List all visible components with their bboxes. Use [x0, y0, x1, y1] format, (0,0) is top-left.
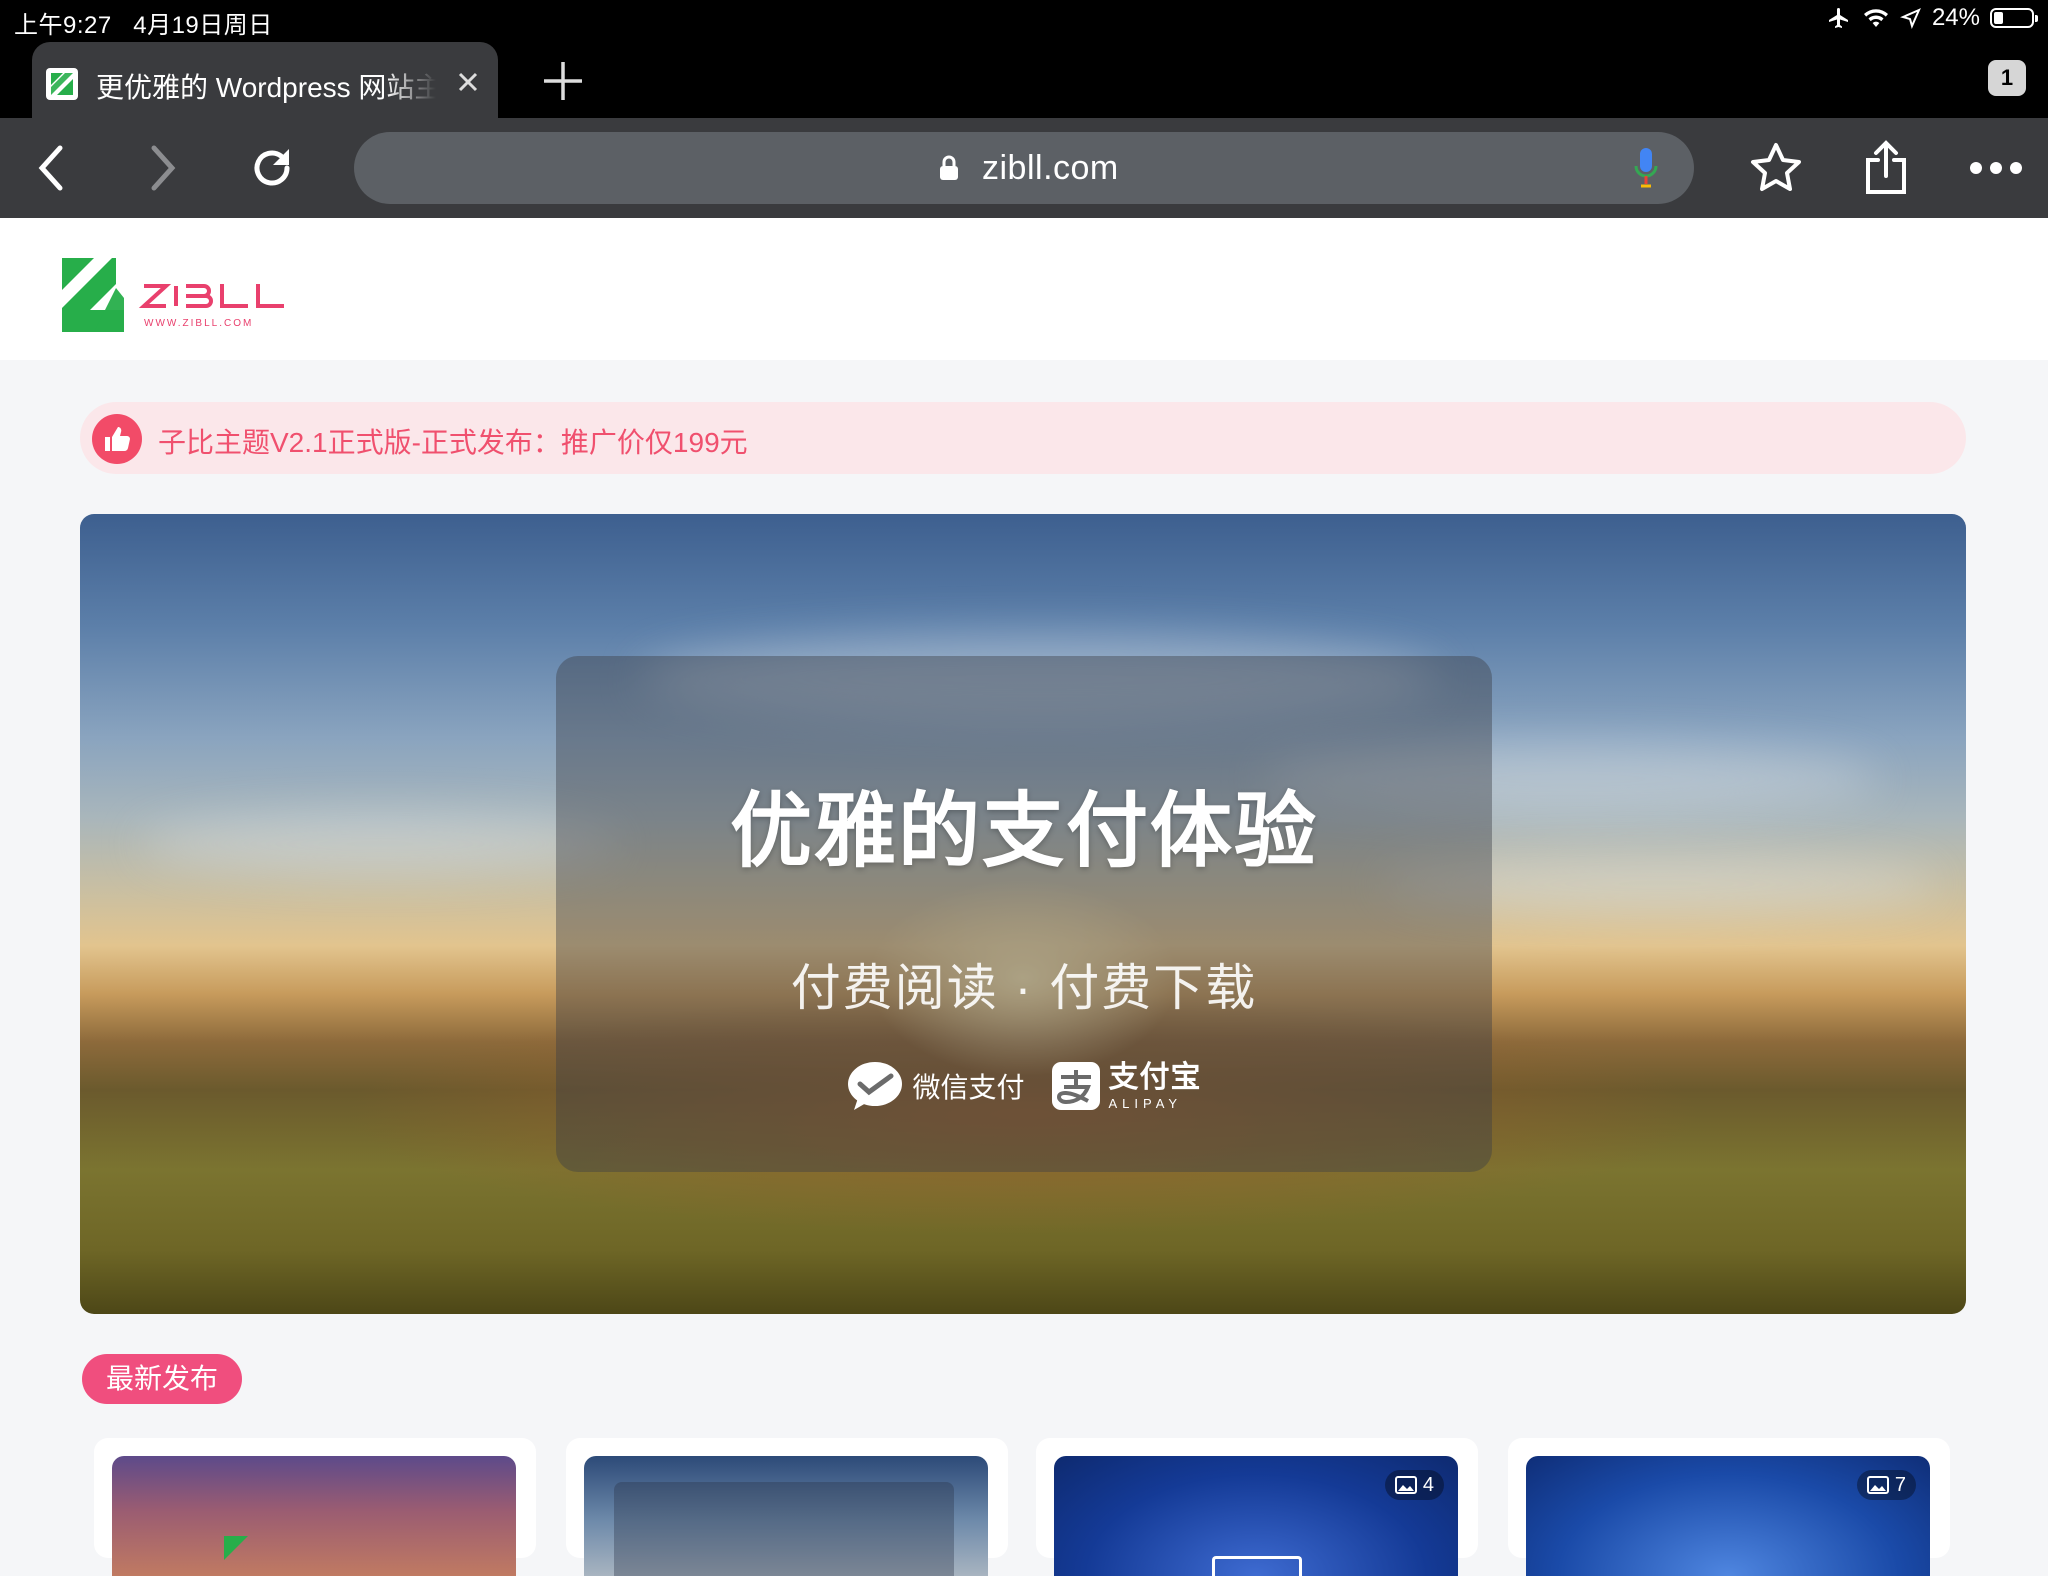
browser-toolbar: zibll.com [0, 118, 2048, 218]
image-icon [1394, 1476, 1417, 1494]
location-icon [1900, 8, 1921, 29]
alipay-icon [1051, 1062, 1100, 1110]
lock-icon [940, 155, 958, 180]
status-icons: 24% [1826, 4, 2038, 32]
airplane-icon [1828, 8, 1848, 28]
more-button[interactable] [1968, 140, 2024, 196]
reload-button[interactable] [244, 140, 300, 196]
hero-subtitle: 付费阅读 · 付费下载 [790, 960, 1258, 1016]
wechat-pay: 微信支付 [846, 1060, 1025, 1112]
zibll-logo: WWW.ZIBLL.COM [62, 258, 284, 332]
latest-posts-badge: 最新发布 [82, 1354, 243, 1404]
tab-strip: 更优雅的 Wordpress 网站主 1 [0, 38, 2048, 118]
url-text: zibll.com [982, 149, 1119, 187]
hero-card: 优雅的支付体验 付费阅读 · 付费下载 微信支付 支付宝 ALIPAY [556, 656, 1492, 1172]
post-thumbnail[interactable]: 4 [1054, 1456, 1458, 1576]
post-card[interactable] [94, 1438, 536, 1576]
close-icon [458, 72, 478, 92]
new-tab-button[interactable] [540, 58, 586, 104]
post-card[interactable] [566, 1438, 1008, 1576]
hero-title: 优雅的支付体验 [729, 786, 1318, 877]
hero-banner[interactable]: 优雅的支付体验 付费阅读 · 付费下载 微信支付 支付宝 ALIPAY [80, 514, 1966, 1314]
wechat-pay-label: 微信支付 [912, 1072, 1025, 1103]
chevron-left-icon [38, 145, 63, 191]
battery-percent: 24% [1931, 4, 1980, 31]
status-time-text: 上午9:27 [14, 12, 112, 39]
battery-fill [1994, 12, 2003, 24]
alipay-wordmark: 支付宝 ALIPAY [1108, 1060, 1202, 1111]
image-count: 4 [1422, 1473, 1434, 1496]
reload-icon [254, 149, 290, 186]
tab-title: 更优雅的 Wordpress 网站主 [96, 72, 436, 103]
thumbs-up-icon [92, 414, 142, 464]
post-card[interactable]: 4 [1036, 1438, 1478, 1576]
post-thumbnail[interactable]: 7 [1526, 1456, 1930, 1576]
announcement-text: 子比主题V2.1正式版-正式发布：推广价仅199元 [158, 427, 748, 458]
svg-text:WWW.ZIBLL.COM: WWW.ZIBLL.COM [144, 318, 253, 329]
announcement-bar[interactable]: 子比主题V2.1正式版-正式发布：推广价仅199元 [80, 402, 1966, 474]
tab-count-button[interactable]: 1 [1988, 60, 2026, 96]
status-bar: 上午9:27 4月19日周日 24% [0, 0, 2048, 40]
device-outline [1212, 1556, 1302, 1576]
star-icon [1751, 143, 1801, 191]
zibll-logo-thumbnail [224, 1536, 248, 1560]
thumbnail-card-shape [614, 1482, 954, 1576]
post-card[interactable]: 7 [1508, 1438, 1950, 1576]
forward-button[interactable] [134, 140, 190, 196]
address-bar[interactable]: zibll.com [354, 132, 1694, 204]
site-logo[interactable]: WWW.ZIBLL.COM [60, 258, 300, 343]
bookmark-button[interactable] [1748, 140, 1804, 196]
wifi-icon [1863, 9, 1888, 27]
alipay-en-label: ALIPAY [1108, 1095, 1183, 1111]
status-time: 上午9:27 4月19日周日 [14, 5, 273, 40]
chevron-right-icon [151, 145, 176, 191]
site-favicon [46, 68, 78, 100]
alipay: 支付宝 ALIPAY [1051, 1061, 1202, 1111]
image-count: 7 [1894, 1473, 1906, 1496]
cloud-shape [140, 814, 620, 874]
post-thumbnail[interactable] [112, 1456, 516, 1576]
tab-active[interactable]: 更优雅的 Wordpress 网站主 [32, 42, 498, 118]
alipay-label: 支付宝 [1108, 1060, 1202, 1094]
plus-icon [544, 62, 582, 100]
site-header: WWW.ZIBLL.COM [0, 218, 2048, 360]
tab-close-button[interactable] [450, 64, 486, 100]
battery-icon [1990, 8, 2038, 28]
back-button[interactable] [24, 140, 80, 196]
payment-methods: 微信支付 支付宝 ALIPAY [556, 1060, 1492, 1112]
microphone-icon[interactable] [1632, 146, 1660, 190]
share-button[interactable] [1858, 140, 1914, 196]
share-icon [1866, 140, 1906, 194]
image-icon [1866, 1476, 1889, 1494]
image-count-badge: 7 [1856, 1470, 1916, 1500]
wechat-pay-icon [848, 1062, 903, 1110]
more-icon [1970, 162, 2022, 174]
image-count-badge: 4 [1384, 1470, 1444, 1500]
status-date-text: 4月19日周日 [133, 12, 273, 39]
post-thumbnail[interactable] [584, 1456, 988, 1576]
